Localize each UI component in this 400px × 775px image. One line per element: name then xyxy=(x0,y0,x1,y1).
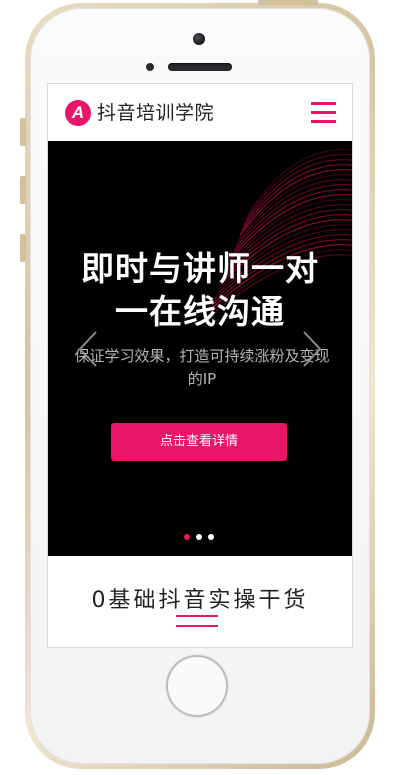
banner-headline-line-2: 一在线沟通 xyxy=(115,292,285,331)
front-camera xyxy=(193,33,205,45)
chevron-left-icon[interactable] xyxy=(76,329,100,369)
carousel-pagination xyxy=(182,534,222,542)
phone-volume-up-button xyxy=(20,176,26,204)
hero-banner: 即时与讲师一对 一在线沟通 保证学习效果，打造可持续涨粉及变现 的IP 点击查看… xyxy=(48,141,352,556)
chevron-right-icon[interactable] xyxy=(300,329,324,369)
phone-silent-switch xyxy=(20,118,26,146)
carousel-dot-2[interactable] xyxy=(196,534,202,540)
carousel-dot-3[interactable] xyxy=(208,534,214,540)
banner-headline: 即时与讲师一对 一在线沟通 xyxy=(48,247,352,333)
banner-headline-line-1: 即时与讲师一对 xyxy=(81,249,319,288)
site-header: A 抖音培训学院 xyxy=(48,84,352,141)
phone-screen: A 抖音培训学院 即时与讲师一对 一在线沟通 保证学习效果，打造可持续涨粉及变现… xyxy=(48,84,352,647)
hamburger-menu-icon[interactable] xyxy=(311,101,336,123)
carousel-dot-1[interactable] xyxy=(184,534,190,540)
section-title: 0基础抖音实操干货 xyxy=(91,588,309,613)
logo-icon[interactable]: A xyxy=(65,100,91,126)
home-button[interactable] xyxy=(166,655,228,717)
phone-power-button xyxy=(258,0,318,5)
phone-volume-down-button xyxy=(20,234,26,262)
site-logo-text[interactable]: 抖音培训学院 xyxy=(97,100,214,126)
section-title-underline xyxy=(176,615,218,629)
banner-subtitle-line-2: 的IP xyxy=(187,370,217,388)
view-details-button[interactable]: 点击查看详情 xyxy=(111,423,287,461)
proximity-sensor xyxy=(146,63,154,71)
earpiece-speaker xyxy=(168,63,232,71)
